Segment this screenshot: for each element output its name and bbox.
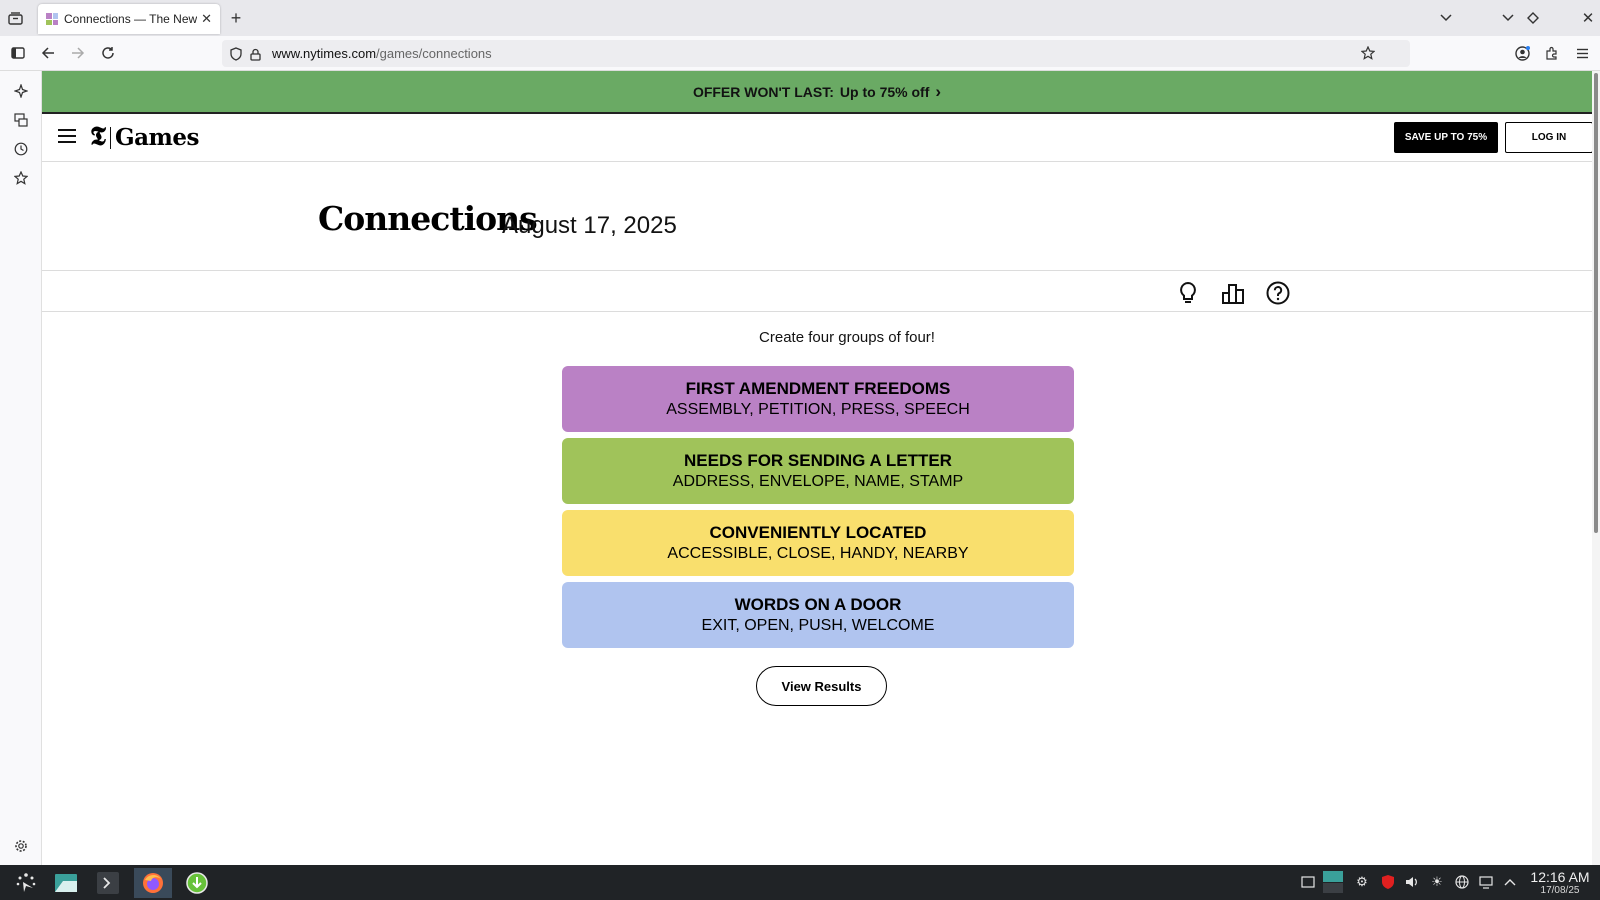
group-words: EXIT, OPEN, PUSH, WELCOME — [701, 617, 935, 634]
network-share-icon[interactable]: ⚙ — [1354, 874, 1370, 890]
tray-expand-chevron-icon[interactable] — [1502, 874, 1518, 890]
security-shield-icon[interactable] — [1380, 874, 1396, 890]
lock-icon[interactable] — [248, 46, 262, 62]
browser-sidebar — [0, 71, 42, 865]
browser-nav-bar: www.nytimes.com/games/connections — [0, 36, 1600, 71]
bookmark-star-icon[interactable] — [1360, 45, 1376, 61]
app-launcher-icon[interactable] — [11, 868, 41, 898]
nyt-t-logo-icon: 𝕿 — [90, 122, 106, 152]
group-name: WORDS ON A DOOR — [734, 595, 902, 614]
brightness-icon[interactable]: ☀ — [1429, 874, 1445, 890]
game-toolbar — [42, 272, 1592, 312]
file-manager-icon[interactable] — [51, 868, 81, 898]
bookmarks-star-icon[interactable] — [12, 169, 30, 187]
web-page: OFFER WON'T LAST: Up to 75% off › 𝕿 Game… — [42, 71, 1592, 865]
display-icon[interactable] — [1478, 874, 1494, 890]
group-name: FIRST AMENDMENT FREEDOMS — [685, 379, 951, 398]
new-tab-icon[interactable]: + — [228, 9, 244, 27]
hamburger-menu-icon[interactable] — [58, 129, 76, 143]
chevron-right-icon: › — [935, 81, 942, 101]
sidebar-toggle-icon[interactable] — [10, 45, 26, 61]
nyt-games-logo[interactable]: 𝕿 Games — [90, 122, 199, 153]
terminal-icon[interactable] — [93, 868, 123, 898]
clock-date: 17/08/25 — [1540, 885, 1580, 896]
hint-lightbulb-icon[interactable] — [1175, 280, 1201, 306]
offer-lead-text: OFFER WON'T LAST: — [692, 83, 834, 100]
back-icon[interactable] — [40, 45, 56, 61]
solved-group-blue: WORDS ON A DOOR EXIT, OPEN, PUSH, WELCOM… — [562, 582, 1074, 648]
view-results-button[interactable]: View Results — [756, 666, 887, 706]
game-prompt: Create four groups of four! — [759, 329, 935, 346]
tab-overview-icon[interactable] — [6, 10, 24, 26]
url-text: www.nytimes.com/games/connections — [272, 46, 492, 61]
scrollbar-thumb[interactable] — [1594, 73, 1598, 533]
workspace-pager-icon[interactable] — [1323, 870, 1343, 894]
tab-list-chevron-icon[interactable] — [1438, 10, 1454, 26]
history-icon[interactable] — [12, 140, 30, 158]
minimize-icon[interactable] — [1500, 10, 1516, 26]
game-title-row: Connections August 17, 2025 — [42, 163, 1592, 271]
page-scrollbar[interactable] — [1592, 71, 1600, 865]
solved-group-yellow: CONVENIENTLY LOCATED ACCESSIBLE, CLOSE, … — [562, 510, 1074, 576]
download-manager-icon[interactable] — [182, 868, 212, 898]
logo-separator — [109, 126, 111, 149]
solved-group-purple: FIRST AMENDMENT FREEDOMS ASSEMBLY, PETIT… — [562, 366, 1074, 432]
firefox-icon[interactable] — [134, 868, 172, 898]
group-words: ASSEMBLY, PETITION, PRESS, SPEECH — [666, 401, 970, 418]
reload-icon[interactable] — [100, 45, 116, 61]
show-desktop-icon[interactable] — [1300, 874, 1316, 890]
active-tab[interactable]: Connections — The New Yo ✕ — [38, 4, 220, 34]
maximize-icon[interactable] — [1525, 10, 1541, 26]
synced-tabs-icon[interactable] — [12, 111, 30, 129]
group-name: CONVENIENTLY LOCATED — [709, 523, 927, 542]
address-bar[interactable]: www.nytimes.com/games/connections — [222, 40, 1410, 67]
tab-title: Connections — The New Yo — [64, 12, 198, 26]
solved-group-green: NEEDS FOR SENDING A LETTER ADDRESS, ENVE… — [562, 438, 1074, 504]
os-taskbar: ⚙ ☀ 12:16 AM 17/08/25 — [0, 865, 1600, 900]
offer-text: Up to 75% off — [839, 83, 930, 100]
clock-time: 12:16 AM — [1530, 869, 1590, 885]
sidebar-settings-gear-icon[interactable] — [12, 837, 30, 855]
group-words: ACCESSIBLE, CLOSE, HANDY, NEARBY — [667, 545, 969, 562]
system-clock[interactable]: 12:16 AM 17/08/25 — [1524, 869, 1596, 897]
group-name: NEEDS FOR SENDING A LETTER — [684, 451, 952, 470]
game-date: August 17, 2025 — [502, 212, 677, 239]
site-header: 𝕿 Games SAVE UP TO 75% LOG IN — [42, 114, 1592, 162]
connections-favicon-icon — [46, 13, 58, 25]
log-in-button[interactable]: LOG IN — [1505, 122, 1592, 153]
browser-tab-bar: Connections — The New Yo ✕ + ✕ — [0, 0, 1600, 36]
volume-icon[interactable] — [1404, 874, 1420, 890]
forward-icon[interactable] — [70, 45, 86, 61]
url-path: /games/connections — [376, 46, 492, 61]
ai-chatbot-icon[interactable] — [12, 82, 30, 100]
tab-close-icon[interactable]: ✕ — [201, 11, 212, 27]
url-domain: www.nytimes.com — [272, 46, 377, 61]
account-icon[interactable] — [1514, 45, 1530, 61]
extensions-puzzle-icon[interactable] — [1544, 45, 1560, 61]
network-globe-icon[interactable] — [1454, 874, 1470, 890]
group-words: ADDRESS, ENVELOPE, NAME, STAMP — [672, 473, 964, 490]
close-window-icon[interactable]: ✕ — [1580, 10, 1596, 26]
save-up-to-75-button[interactable]: SAVE UP TO 75% — [1394, 122, 1498, 153]
stats-bar-chart-icon[interactable] — [1220, 280, 1246, 306]
tracking-protection-shield-icon[interactable] — [228, 46, 244, 62]
app-menu-icon[interactable] — [1574, 45, 1590, 61]
games-wordmark: Games — [114, 124, 199, 151]
offer-banner[interactable]: OFFER WON'T LAST: Up to 75% off › — [42, 71, 1592, 114]
help-question-icon[interactable] — [1265, 280, 1291, 306]
